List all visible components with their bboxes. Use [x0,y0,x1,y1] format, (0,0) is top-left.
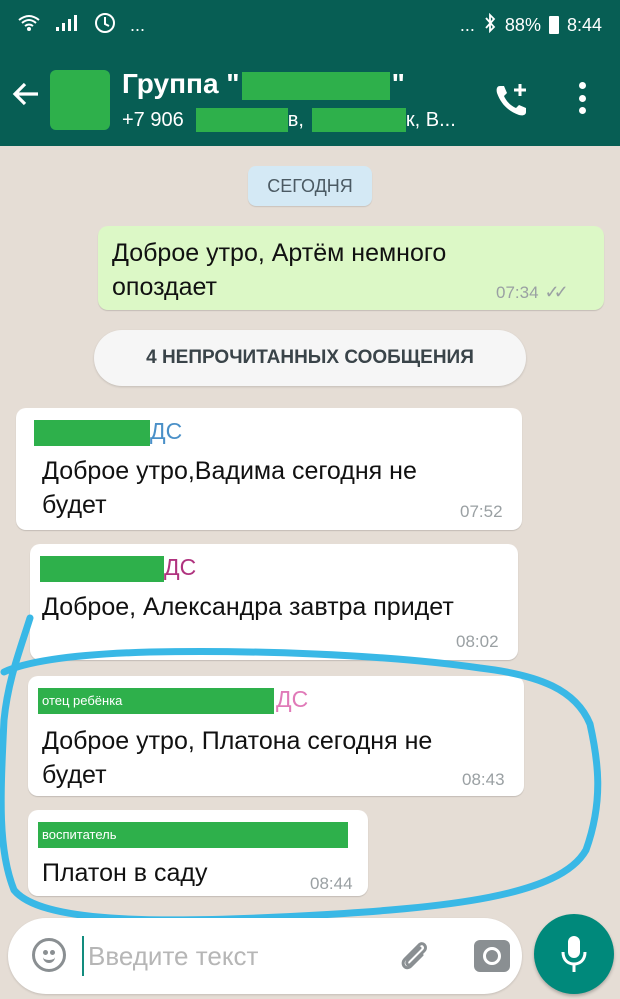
sync-icon [94,12,116,39]
battery-percent: 88% [504,14,541,35]
status-dots-right: ... [459,14,475,35]
redacted-member-1 [195,108,288,132]
unread-messages-divider: 4 НЕПРОЧИТАННЫХ СООБЩЕНИЯ [94,330,526,386]
member-part-3: к, В... [405,108,456,131]
message-timestamp: 08:43 [462,770,505,789]
voice-record-button[interactable] [534,914,614,994]
sender-name-suffix: ДС [150,418,183,444]
message-bubble-incoming[interactable]: воспитатель Платон в саду 08:44 [28,810,368,896]
group-title[interactable]: Группа " " [122,68,405,100]
group-title-prefix: Группа " [122,68,240,99]
camera-icon[interactable] [474,940,510,972]
message-text-line: Платон в саду [42,859,208,887]
read-ticks-icon: ✓✓ [544,282,569,302]
message-input[interactable] [82,936,342,976]
message-timestamp: 07:52 [460,502,503,521]
message-composer [8,918,522,994]
redacted-sender-name [34,420,150,446]
bluetooth-icon [483,12,497,38]
redacted-group-name [241,71,390,100]
message-text-line: Доброе, Александра завтра придет [42,593,454,621]
sender-name-suffix: ДС [276,686,309,712]
overflow-menu-icon[interactable] [574,78,590,118]
chat-header: Группа " " +7 906 в, к, В... [0,50,620,146]
message-bubble-incoming[interactable]: отец ребёнка ДС Доброе утро, Платона сег… [28,676,524,796]
signal-icon [54,14,80,37]
message-timestamp: 08:02 [456,632,499,651]
member-phone: +7 906 [122,108,184,131]
redacted-sender-name [40,556,164,582]
message-text-line: опоздает [112,273,217,301]
emoji-icon[interactable] [32,938,66,972]
message-bubble-outgoing[interactable]: Доброе утро, Артём немного опоздает 07:3… [98,226,604,310]
sender-name-suffix: ДС [164,554,197,580]
message-text-line: Доброе утро, Артём немного [112,239,447,267]
status-dots: ... [130,14,146,35]
microphone-icon [561,934,587,974]
message-timestamp: 07:34 [496,283,539,302]
wifi-icon [18,14,40,37]
redacted-member-2 [311,108,406,132]
back-arrow-icon[interactable] [10,78,42,116]
group-avatar[interactable] [50,70,110,130]
message-timestamp: 08:44 [310,874,353,893]
status-bar: ... ... 88% 8:44 [0,0,620,50]
message-text-line: Доброе утро,Вадима сегодня не [42,457,417,485]
sender-name-label: отец ребёнка [38,688,274,714]
date-divider: СЕГОДНЯ [248,166,372,206]
message-time: 07:34 ✓✓ [496,282,569,303]
message-text-line: будет [42,761,107,789]
battery-icon [548,16,559,34]
group-members[interactable]: +7 906 в, к, В... [122,108,456,132]
message-text-line: будет [42,491,107,519]
paperclip-icon[interactable] [396,938,432,974]
group-title-suffix: " [391,68,405,99]
status-time: 8:44 [566,14,602,35]
message-bubble-incoming[interactable]: ДС Доброе утро,Вадима сегодня не будет 0… [16,408,522,530]
message-bubble-incoming[interactable]: ДС Доброе, Александра завтра придет 08:0… [30,544,518,660]
member-part-2: в, [287,108,304,131]
message-text-line: Доброе утро, Платона сегодня не [42,727,433,755]
sender-name-label: воспитатель [38,822,348,848]
add-call-icon[interactable] [492,80,532,120]
